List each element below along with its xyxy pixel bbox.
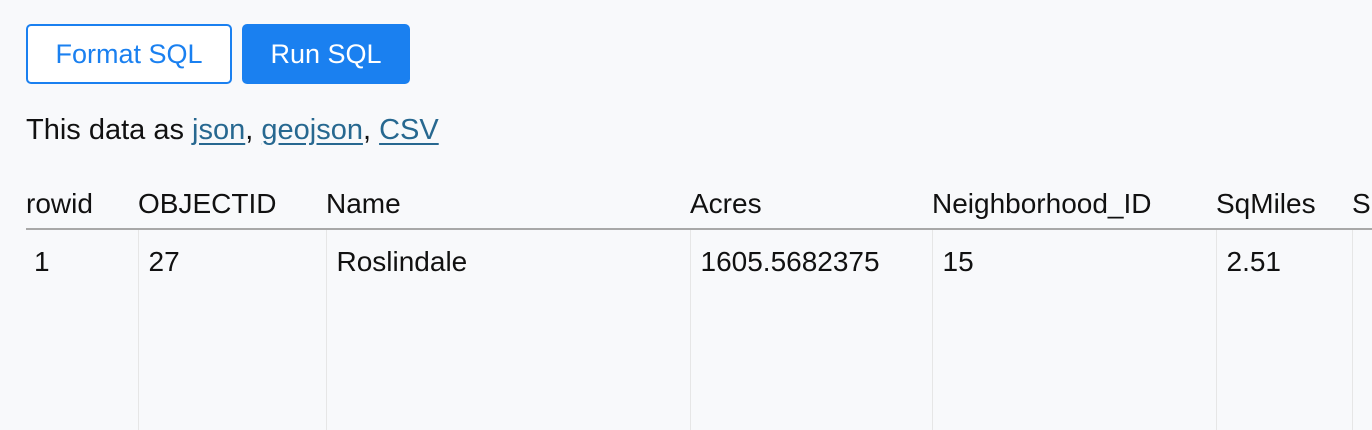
results-table: rowid OBJECTID Name Acres Neighborhood_I… [26,180,1372,430]
column-header-acres[interactable]: Acres [690,180,932,230]
table-row: 1 27 Roslindale 1605.5682375 15 2.51 [26,229,1372,430]
column-header-name[interactable]: Name [326,180,690,230]
geojson-link[interactable]: geojson [261,114,363,146]
run-sql-button[interactable]: Run SQL [242,24,410,84]
cell-neighborhood-id: 15 [931,229,1216,430]
column-header-rowid[interactable]: rowid [26,180,138,230]
sql-toolbar: Format SQL Run SQL [26,24,410,84]
export-links: This data as json, geojson, CSV [26,114,439,147]
csv-link[interactable]: CSV [379,114,439,146]
cell-sqmiles: 2.51 [1215,229,1352,430]
cell-acres: 1605.5682375 [689,229,932,430]
cell-truncated [1351,229,1372,430]
column-header-sqmiles[interactable]: SqMiles [1216,180,1352,230]
export-prefix: This data as [26,114,193,146]
export-separator: , [362,114,380,146]
column-header-truncated[interactable]: S [1352,180,1372,230]
cell-rowid: 1 [34,246,50,277]
cell-objectid: 27 [137,229,326,430]
column-header-neighborhood-id[interactable]: Neighborhood_ID [932,180,1216,230]
column-header-objectid[interactable]: OBJECTID [138,180,326,230]
json-link[interactable]: json [192,114,245,146]
results-table-container: rowid OBJECTID Name Acres Neighborhood_I… [26,180,1372,430]
table-header-row: rowid OBJECTID Name Acres Neighborhood_I… [26,180,1372,230]
export-separator: , [245,114,262,146]
format-sql-button[interactable]: Format SQL [26,24,232,84]
cell-name: Roslindale [325,229,690,430]
